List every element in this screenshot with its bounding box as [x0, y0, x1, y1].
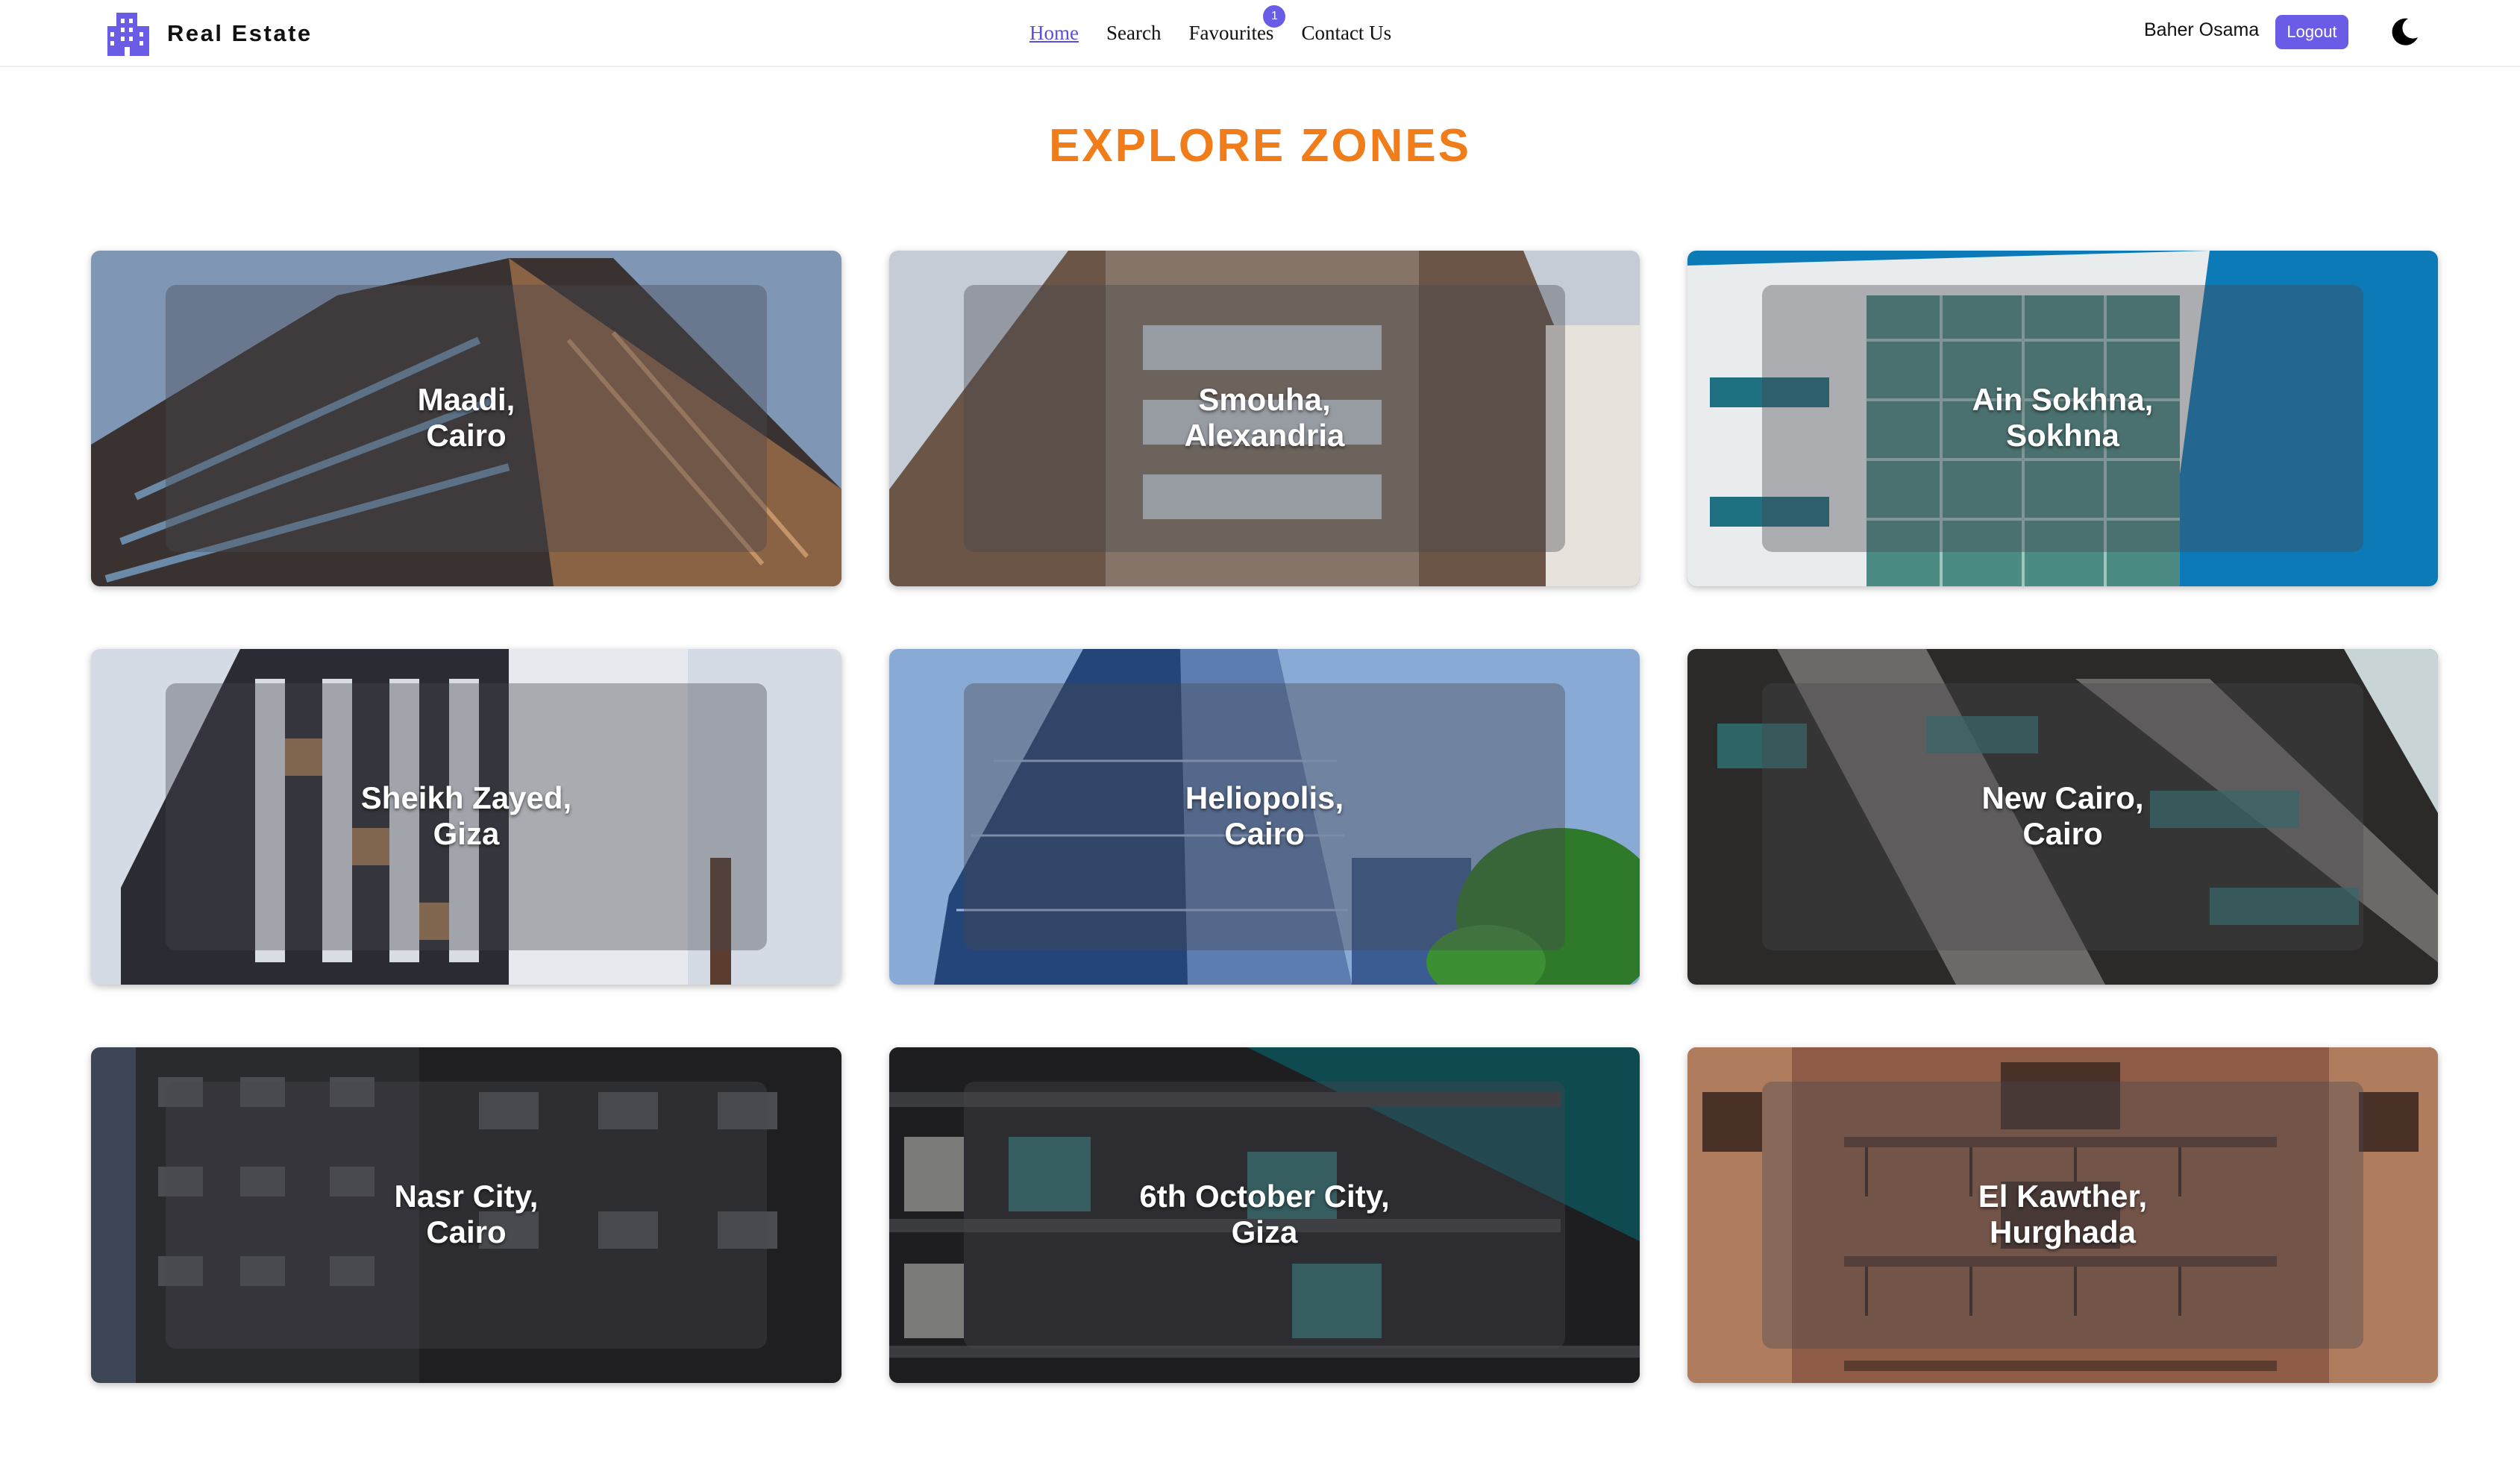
building-icon [107, 13, 149, 56]
zone-card-heliopolis[interactable]: Heliopolis, Cairo [889, 649, 1640, 985]
main-nav: Home Search Favourites 1 Contact Us [1029, 4, 1391, 49]
zone-region: Cairo [2022, 816, 2103, 851]
zone-label: New Cairo, Cairo [1687, 780, 2438, 852]
moon-icon[interactable] [2387, 15, 2422, 49]
zone-card-6th-october-city[interactable]: 6th October City, Giza [889, 1047, 1640, 1383]
nav-link-contact-us[interactable]: Contact Us [1301, 22, 1391, 45]
zone-name: Nasr City, [394, 1179, 539, 1214]
zone-name: 6th October City, [1139, 1179, 1390, 1214]
zone-name: Maadi, [417, 382, 515, 417]
favourites-count-badge: 1 [1263, 4, 1286, 28]
nav-link-search[interactable]: Search [1106, 22, 1161, 45]
zone-card-sheikh-zayed[interactable]: Sheikh Zayed, Giza [91, 649, 841, 985]
zone-region: Giza [1231, 1214, 1298, 1249]
zone-card-new-cairo[interactable]: New Cairo, Cairo [1687, 649, 2438, 985]
zone-label: El Kawther, Hurghada [1687, 1179, 2438, 1250]
zone-region: Cairo [1224, 816, 1305, 851]
zone-name: Smouha, [1198, 382, 1331, 417]
zone-name: Ain Sokhna, [1972, 382, 2154, 417]
zone-region: Alexandria [1184, 418, 1345, 453]
zone-region: Hurghada [1989, 1214, 2136, 1249]
user-name: Baher Osama [2144, 19, 2260, 40]
brand-logo[interactable]: Real Estate [104, 4, 313, 63]
zone-label: Maadi, Cairo [91, 382, 841, 454]
zone-name: El Kawther, [1978, 1179, 2148, 1214]
nav-link-home[interactable]: Home [1029, 22, 1079, 45]
zone-label: Ain Sokhna, Sokhna [1687, 382, 2438, 454]
nav-link-favourites-label: Favourites [1188, 21, 1274, 44]
logout-button[interactable]: Logout [2275, 15, 2348, 49]
zone-name: New Cairo, [1981, 780, 2144, 815]
zone-region: Giza [433, 816, 500, 851]
zone-name: Heliopolis, [1185, 780, 1344, 815]
zones-grid: Maadi, Cairo Smouha, Alexandria Ain Sokh… [91, 251, 2438, 1383]
zone-name: Sheikh Zayed, [360, 780, 572, 815]
nav-link-favourites[interactable]: Favourites 1 [1188, 4, 1286, 45]
zone-card-smouha[interactable]: Smouha, Alexandria [889, 251, 1640, 586]
zone-card-ain-sokhna[interactable]: Ain Sokhna, Sokhna [1687, 251, 2438, 586]
zone-region: Cairo [426, 1214, 507, 1249]
top-navbar: Real Estate Home Search Favourites 1 Con… [0, 0, 2520, 67]
zone-card-maadi[interactable]: Maadi, Cairo [91, 251, 841, 586]
brand-name: Real Estate [167, 20, 313, 46]
zone-card-nasr-city[interactable]: Nasr City, Cairo [91, 1047, 841, 1383]
zone-region: Cairo [426, 418, 507, 453]
zone-card-el-kawther[interactable]: El Kawther, Hurghada [1687, 1047, 2438, 1383]
zone-label: Heliopolis, Cairo [889, 780, 1640, 852]
page-title: EXPLORE ZONES [1048, 120, 1472, 172]
zone-label: Smouha, Alexandria [889, 382, 1640, 454]
zone-label: Sheikh Zayed, Giza [91, 780, 841, 852]
zone-label: 6th October City, Giza [889, 1179, 1640, 1250]
zone-region: Sokhna [2006, 418, 2119, 453]
zone-label: Nasr City, Cairo [91, 1179, 841, 1250]
